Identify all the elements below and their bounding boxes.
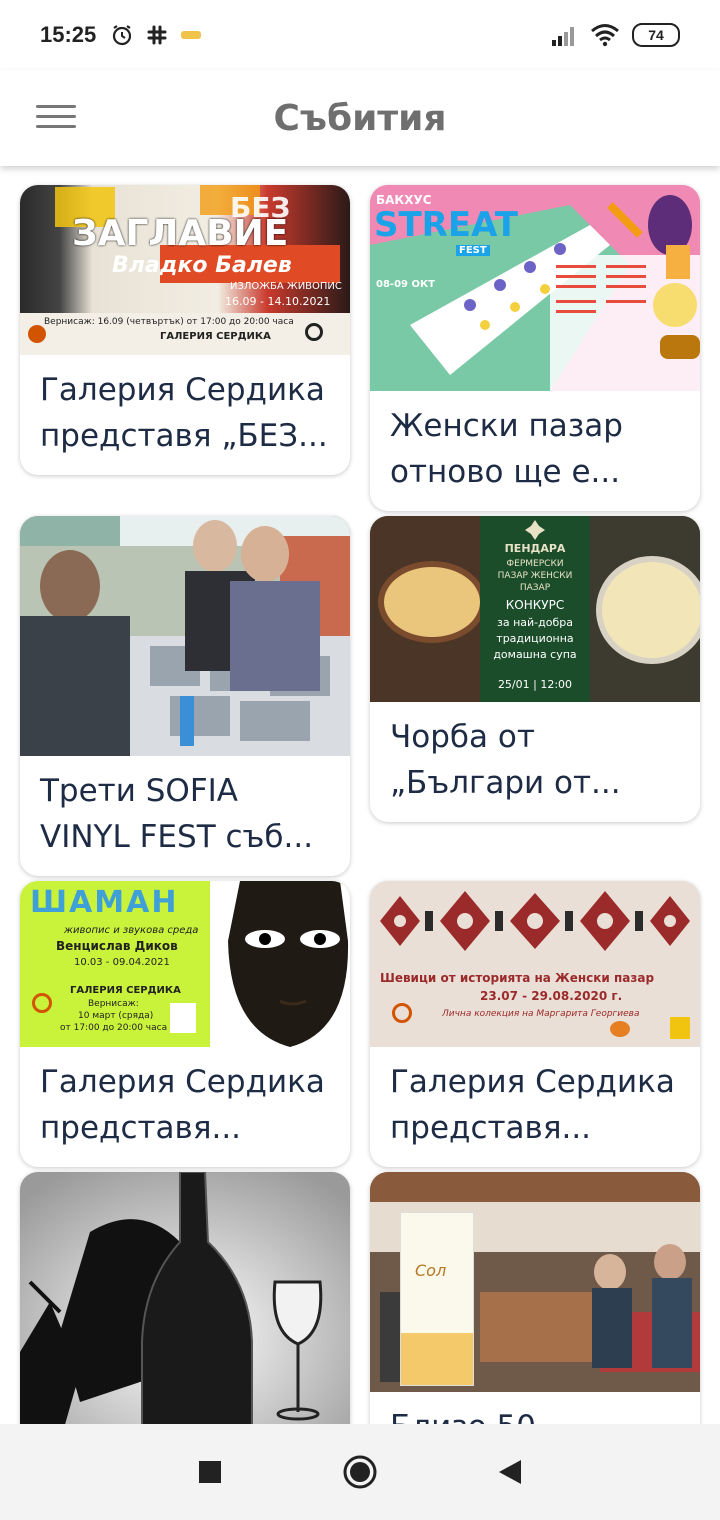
event-image: Сол — [370, 1172, 700, 1392]
event-title: Галерия Сердика представя... — [390, 1064, 675, 1146]
event-image: ПЕНДАРА ФЕРМЕРСКИ ПАЗАР ЖЕНСКИ ПАЗАР КОН… — [370, 516, 700, 702]
events-grid: БЕЗ ЗАГЛАВИЕ Владко Балев ИЗЛОЖБА ЖИВОПИ… — [0, 166, 720, 1424]
soup-bowl-left — [378, 561, 486, 643]
bottle-and-glass-image — [20, 1172, 350, 1424]
poster-vernissage: Вернисаж: 16.09 (четвъртък) от 17:00 до … — [44, 317, 294, 327]
sponsor-logo-icon — [170, 1003, 196, 1033]
recents-button[interactable] — [190, 1452, 230, 1492]
soup-bowl-right — [596, 556, 700, 664]
hamburger-menu-icon[interactable] — [36, 96, 76, 136]
event-card[interactable]: Шевици от историята на Женски пазар 23.0… — [370, 881, 700, 1167]
event-image: БЕЗ ЗАГЛАВИЕ Владко Балев ИЗЛОЖБА ЖИВОПИ… — [20, 185, 350, 355]
gallery-logo-icon — [28, 325, 46, 343]
serdika-logo-icon — [392, 1003, 412, 1023]
poster-vernissage: от 17:00 до 20:00 часа — [60, 1023, 168, 1033]
poster-date: 25/01 | 12:00 — [497, 678, 573, 691]
poster-line: за най-добра — [497, 616, 573, 629]
battery-level: 74 — [648, 27, 664, 43]
wifi-icon — [591, 24, 619, 47]
poster-contest: КОНКУРС — [505, 598, 565, 612]
banner-text: Сол — [415, 1261, 447, 1280]
app-notification-icon — [181, 31, 202, 39]
poster-line: традиционна — [496, 632, 574, 645]
poster-title: ЗАГЛАВИЕ — [72, 213, 289, 254]
event-title: Трети SOFIA VINYL FEST съб... — [40, 773, 314, 855]
alarm-icon — [113, 25, 132, 46]
poster-title: ШАМАН — [30, 885, 179, 920]
mask-image — [228, 881, 349, 1047]
event-image: ШАМАН живопис и звукова среда Венцислав … — [20, 881, 350, 1047]
poster-vernissage: Вернисаж: — [88, 999, 139, 1009]
poster-artist: Владко Балев — [112, 253, 292, 278]
event-title: Близо 50 — [370, 1392, 700, 1424]
event-card[interactable]: ПЕНДАРА ФЕРМЕРСКИ ПАЗАР ЖЕНСКИ ПАЗАР КОН… — [370, 516, 700, 822]
serdika-logo-icon — [305, 323, 323, 341]
poster-gallery: ГАЛЕРИЯ СЕРДИКА — [70, 985, 181, 996]
event-card[interactable]: Сол Близо 50 — [370, 1172, 700, 1424]
poster-brand: ПЕНДАРА — [504, 542, 566, 555]
poster-artist: Венцислав Диков — [56, 939, 178, 953]
poster-dates: 08-09 ОКТ — [376, 279, 435, 290]
pendara-logo-icon — [525, 520, 545, 540]
poster-dates: 10.03 - 09.04.2021 — [74, 957, 170, 968]
event-image: БАКХУС STREAT FEST 08-09 ОКТ — [370, 185, 700, 391]
status-icons-left — [110, 23, 202, 47]
market-logo-icon — [610, 1021, 630, 1037]
event-card[interactable]: БЕЗ ЗАГЛАВИЕ Владко Балев ИЗЛОЖБА ЖИВОПИ… — [20, 185, 350, 475]
poster-dates: 16.09 - 14.10.2021 — [225, 295, 331, 308]
status-time: 15:25 — [40, 22, 97, 47]
event-card[interactable]: ШАМАН живопис и звукова среда Венцислав … — [20, 881, 350, 1167]
poster-subtitle: ФЕРМЕРСКИ ПАЗАР ЖЕНСКИ ПАЗАР — [497, 559, 573, 593]
square-icon — [199, 1461, 221, 1483]
menu-line — [36, 124, 76, 128]
poster-gallery: ГАЛЕРИЯ СЕРДИКА — [160, 331, 271, 342]
poster-subtitle: ИЗЛОЖБА ЖИВОПИС — [230, 281, 342, 292]
vinyl-market-photo — [20, 516, 350, 756]
app-bar: Събития — [0, 70, 720, 166]
municipality-logo-icon — [670, 1017, 690, 1039]
status-icons-right: 74 — [550, 23, 680, 47]
event-image — [20, 1172, 350, 1424]
status-bar: 15:25 74 — [0, 0, 720, 70]
poster-dates: 23.07 - 29.08.2020 г. — [480, 989, 623, 1003]
poster-vernissage: 10 март (сряда) — [78, 1011, 154, 1021]
event-image: Шевици от историята на Женски пазар 23.0… — [370, 881, 700, 1047]
event-title: Галерия Сердика представя... — [40, 1064, 325, 1146]
menu-line — [36, 114, 76, 118]
poster-fest: FEST — [456, 245, 490, 256]
event-title: Чорба от „Българи от... — [390, 719, 621, 801]
signal-icon — [552, 27, 574, 46]
circle-icon — [343, 1455, 377, 1489]
back-button[interactable] — [490, 1452, 530, 1492]
embroidery-pattern-image — [370, 881, 700, 961]
triangle-back-icon — [499, 1460, 521, 1484]
event-card[interactable] — [20, 1172, 350, 1424]
poster-title: Шевици от историята на Женски пазар — [380, 971, 655, 985]
slack-icon — [147, 25, 167, 45]
event-title: Женски пазар отново ще е... — [390, 408, 623, 490]
event-image — [20, 516, 350, 756]
poster-collection: Лична колекция на Маргарита Георгиева — [442, 1009, 640, 1019]
poster-line: домашна супа — [493, 648, 577, 661]
page-title: Събития — [273, 97, 447, 139]
home-button[interactable] — [340, 1452, 380, 1492]
serdika-logo-icon — [32, 993, 52, 1013]
event-card[interactable]: Трети SOFIA VINYL FEST съб... — [20, 516, 350, 876]
system-nav-bar — [0, 1424, 720, 1520]
poster-title: STREAT — [374, 205, 518, 245]
battery-icon: 74 — [632, 23, 680, 47]
event-title: Галерия Сердика представя „БЕЗ... — [40, 372, 328, 454]
roll-up-banner: Сол — [400, 1212, 474, 1386]
event-card[interactable]: БАКХУС STREAT FEST 08-09 ОКТ Женски паза… — [370, 185, 700, 511]
poster-subtitle: живопис и звукова среда — [64, 925, 199, 936]
menu-line — [36, 104, 76, 108]
